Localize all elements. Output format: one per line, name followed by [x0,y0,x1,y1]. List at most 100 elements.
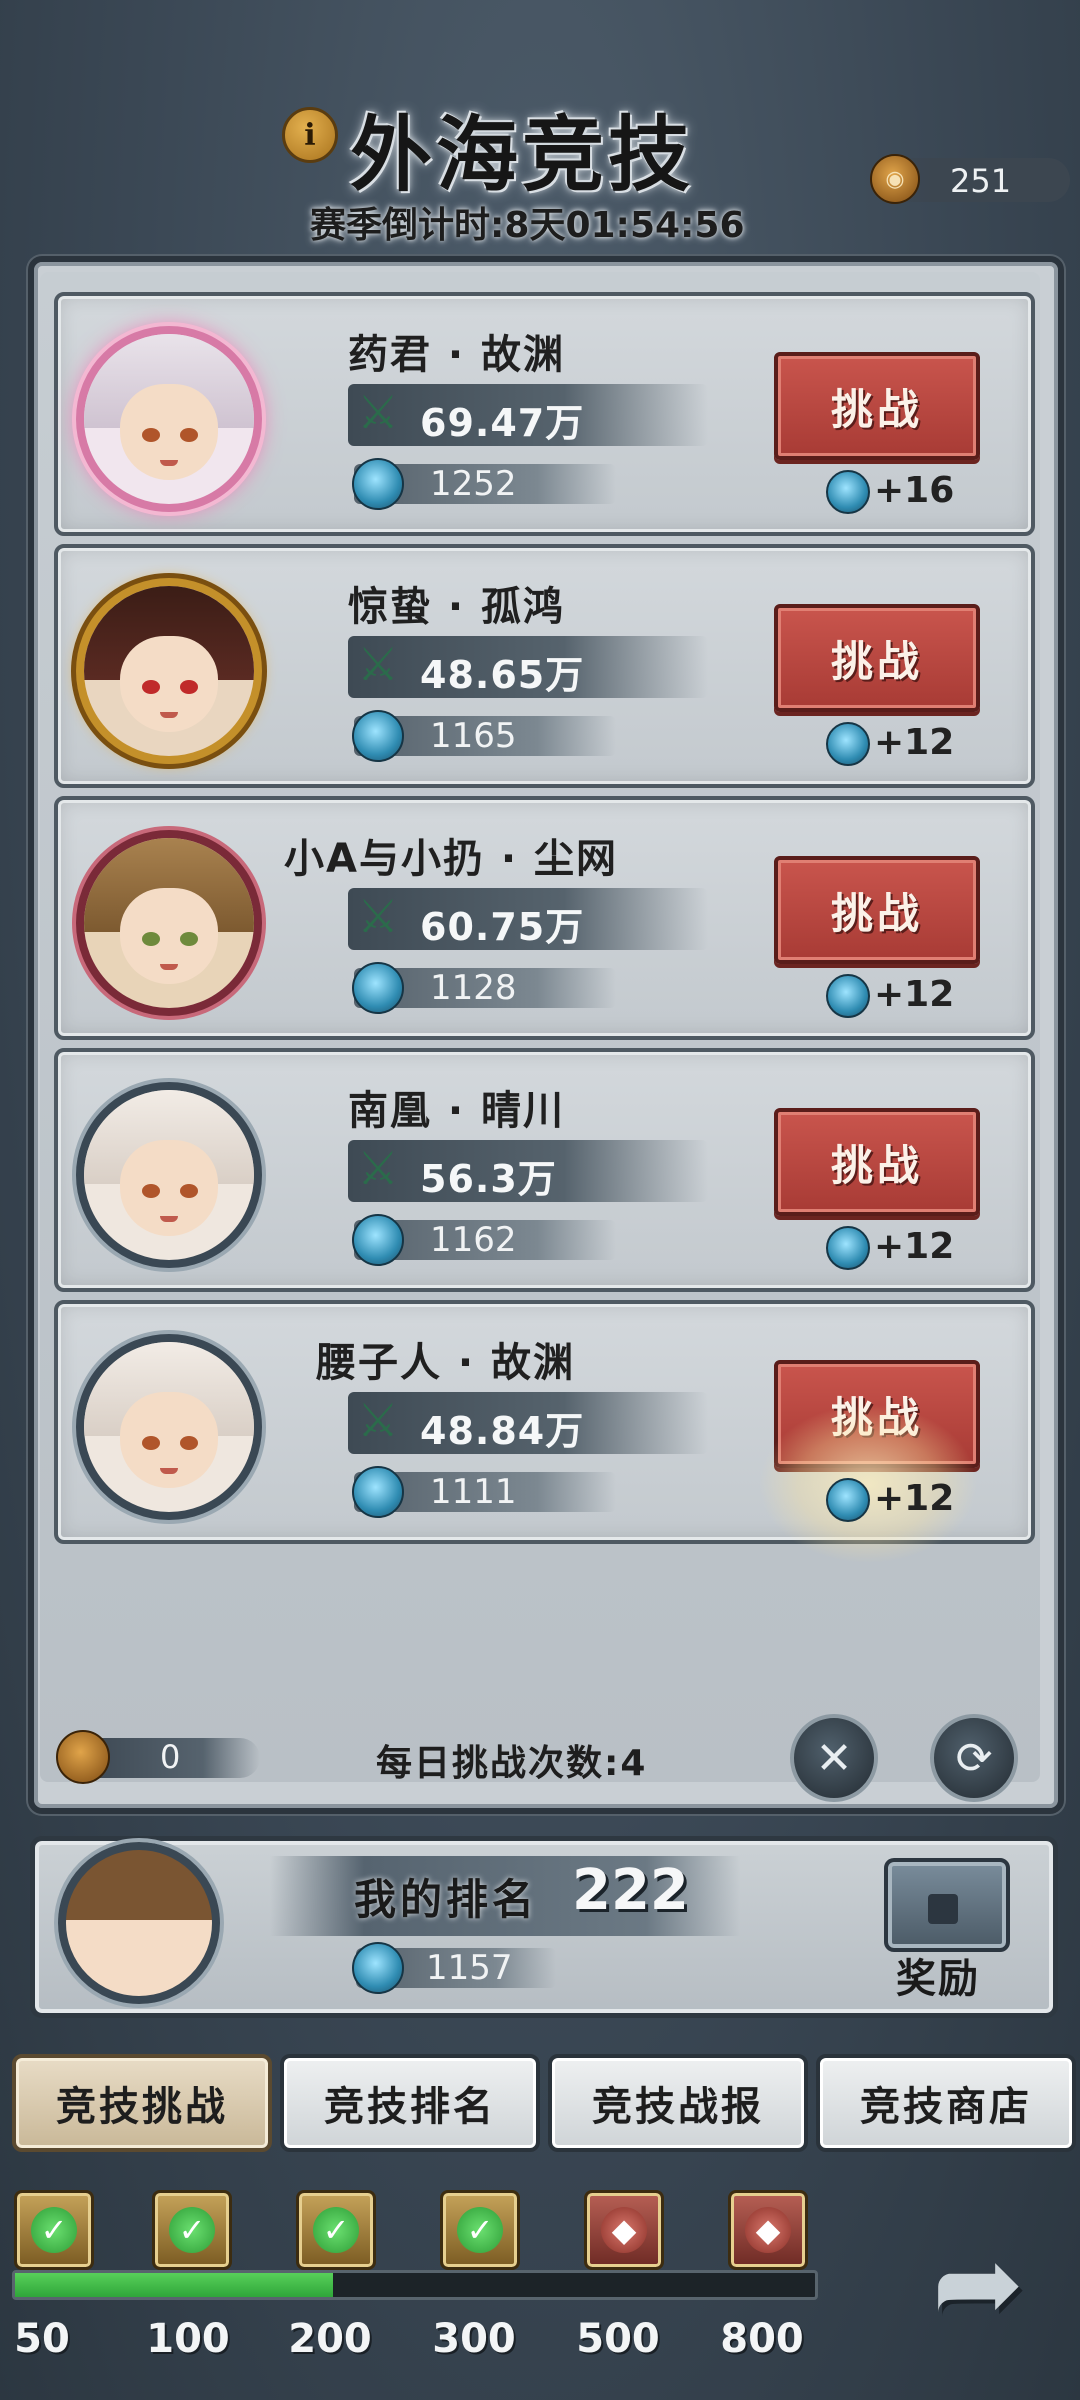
avatar-eye [142,932,160,946]
opponent-avatar[interactable] [76,578,262,764]
power-value: 56.3万 [420,1157,557,1201]
milestone-label: 50 [14,2316,70,2362]
my-avatar[interactable] [58,1842,220,2004]
chest-lock [928,1894,958,1924]
avatar-eye [142,1436,160,1450]
point-gain: +12 [874,1478,955,1519]
challenge-button[interactable]: 挑战 [774,604,980,712]
season-countdown: 赛季倒计时:8天01:54:56 [310,205,745,246]
power-value: 60.75万 [420,905,585,949]
avatar-eye [142,680,160,694]
arena-point-icon [826,722,870,766]
check-icon: ✓ [313,2207,359,2253]
opponent-name: 南凰 · 晴川 [348,1088,566,1134]
sword-icon: ⚔ [357,385,399,439]
opponent-name: 惊蛰 · 孤鸿 [348,584,566,630]
my-rank-value: 222 [572,1858,689,1923]
ticket-value: 0 [160,1738,181,1776]
token-icon: ◉ [870,154,920,204]
opponent-avatar[interactable] [76,1334,262,1520]
challenge-button[interactable]: 挑战 [774,856,980,964]
point-gain: +12 [874,722,955,763]
challenge-button[interactable]: 挑战 [774,1360,980,1468]
milestone-label: 300 [432,2316,516,2362]
opponent-card: 腰子人 · 故渊 ⚔ 48.84万 1111 挑战 +12 [54,1300,1035,1564]
milestone-chest[interactable]: ◆ [728,2190,808,2270]
milestone-label: 200 [288,2316,372,2362]
opponent-card: 小A与小扔 · 尘网 ⚔ 60.75万 1128 挑战 +12 [54,796,1035,1040]
my-rank-label: 我的排名 [354,1875,539,1924]
arena-point-icon [826,1478,870,1522]
score-value: 1111 [430,1472,517,1512]
score-value: 1165 [430,716,517,756]
currency-value: 251 [950,162,1012,200]
arena-point-icon [826,974,870,1018]
milestone-chest[interactable]: ◆ [584,2190,664,2270]
quick-battle-button[interactable]: ✕ [790,1714,878,1802]
score-value: 1162 [430,1220,517,1260]
opponent-name: 小A与小扔 · 尘网 [284,836,619,882]
tab-arena-shop[interactable]: 竞技商店 [816,2054,1076,2152]
progress-fill [15,2273,333,2297]
avatar-eye [180,1184,198,1198]
opponent-card: 药君 · 故渊 ⚔ 69.47万 1252 挑战 +16 [54,292,1035,536]
sword-icon: ⚔ [357,637,399,691]
my-score-value: 1157 [426,1948,513,1988]
check-icon: ✓ [31,2207,77,2253]
tab-arena-challenge[interactable]: 竞技挑战 [12,2054,272,2152]
opponent-card: 惊蛰 · 孤鸿 ⚔ 48.65万 1165 挑战 +12 [54,544,1035,788]
point-gain: +16 [874,470,955,511]
tab-arena-ranking[interactable]: 竞技排名 [280,2054,540,2152]
power-value: 48.84万 [420,1409,585,1453]
milestone-chest[interactable]: ✓ [440,2190,520,2270]
opponent-avatar[interactable] [76,1082,262,1268]
reward-label[interactable]: 奖励 [896,1946,980,2004]
arena-point-icon [352,1942,404,1994]
daily-challenge-count: 每日挑战次数:4 [376,1743,648,1784]
info-icon[interactable]: i [282,107,338,163]
challenge-button[interactable]: 挑战 [774,352,980,460]
milestone-label: 800 [720,2316,804,2362]
next-arrow-icon[interactable]: ➦ [918,2218,1038,2348]
arena-point-icon [352,1214,404,1266]
opponent-avatar[interactable] [76,830,262,1016]
milestone-chest[interactable]: ✓ [296,2190,376,2270]
avatar-eye [142,428,160,442]
milestone-label: 100 [146,2316,230,2362]
challenge-button[interactable]: 挑战 [774,1108,980,1216]
ticket-icon [56,1730,110,1784]
arena-point-icon [352,962,404,1014]
refresh-button[interactable]: ⟳ [930,1714,1018,1802]
arena-point-icon [352,710,404,762]
arena-point-icon [352,458,404,510]
avatar-eye [180,680,198,694]
avatar-eye [180,932,198,946]
opponent-name: 药君 · 故渊 [348,332,566,378]
arena-point-icon [826,470,870,514]
milestone-label: 500 [576,2316,660,2362]
milestone-chest[interactable]: ✓ [14,2190,94,2270]
avatar-eye [180,1436,198,1450]
point-gain: +12 [874,1226,955,1267]
avatar-eye [142,1184,160,1198]
page-title: 外海竞技 [350,107,695,203]
opponent-name: 腰子人 · 故渊 [316,1340,576,1386]
sword-icon: ⚔ [357,1393,399,1447]
opponent-avatar[interactable] [76,326,262,512]
check-icon: ✓ [457,2207,503,2253]
locked-chest-icon: ◆ [601,2207,647,2253]
sword-icon: ⚔ [357,889,399,943]
milestone-chest[interactable]: ✓ [152,2190,232,2270]
check-icon: ✓ [169,2207,215,2253]
power-value: 48.65万 [420,653,585,697]
tab-arena-report[interactable]: 竞技战报 [548,2054,808,2152]
avatar-eye [180,428,198,442]
arena-point-icon [826,1226,870,1270]
score-value: 1128 [430,968,517,1008]
arena-point-icon [352,1466,404,1518]
power-value: 69.47万 [420,401,585,445]
sword-icon: ⚔ [357,1141,399,1195]
point-gain: +12 [874,974,955,1015]
locked-chest-icon: ◆ [745,2207,791,2253]
score-value: 1252 [430,464,517,504]
